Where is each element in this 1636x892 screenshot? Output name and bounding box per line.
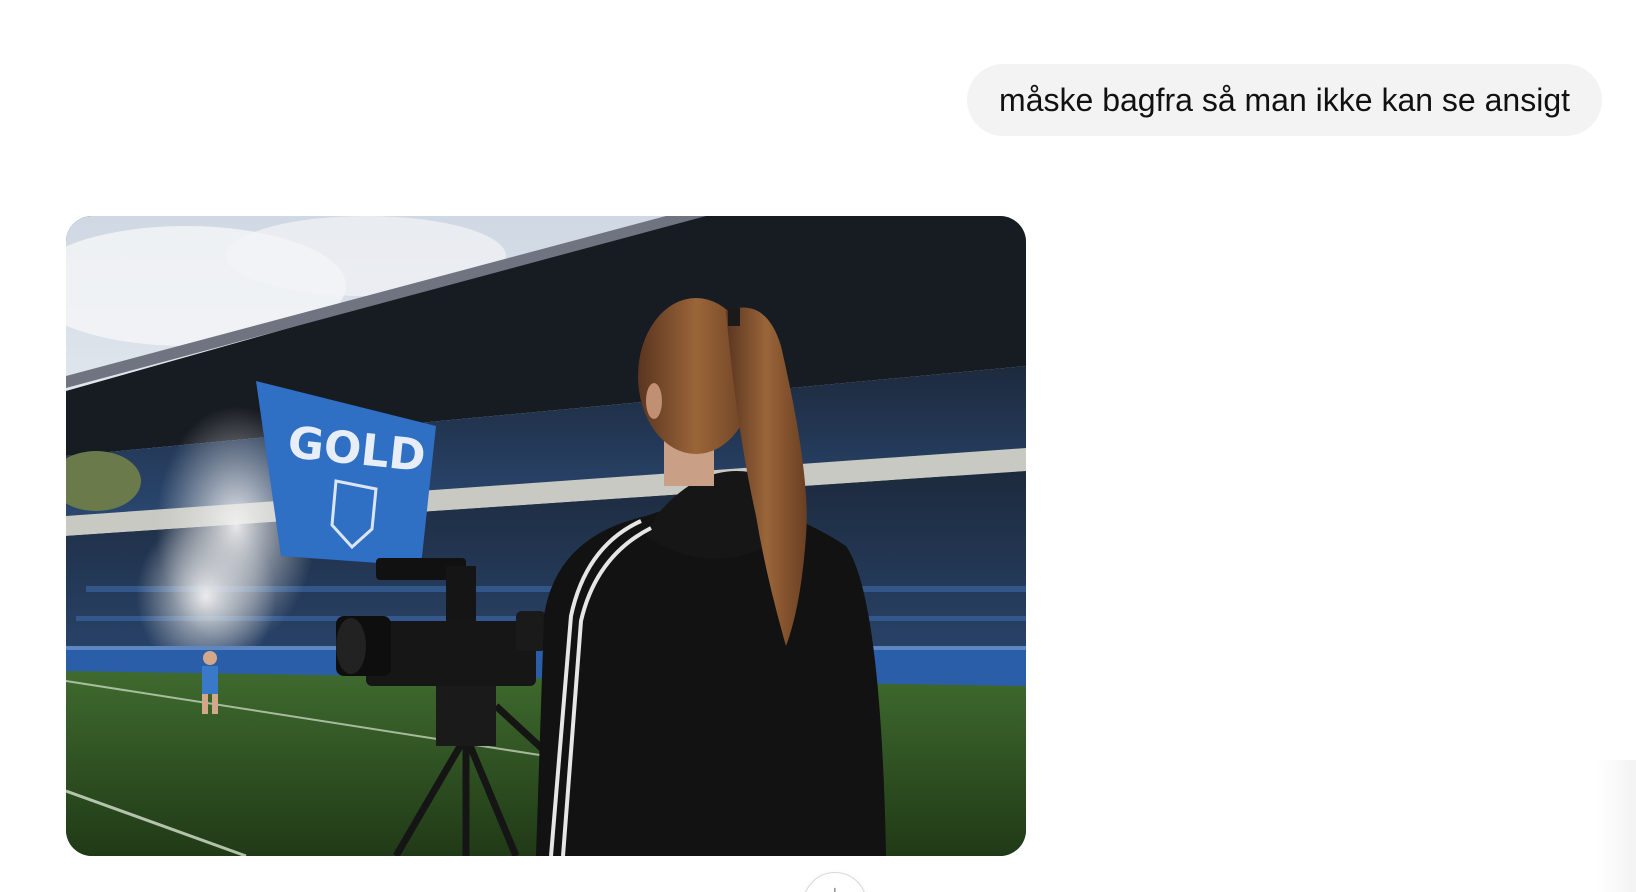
scroll-to-bottom-button[interactable]: ↓ — [803, 872, 867, 892]
arrow-down-icon: ↓ — [830, 882, 840, 892]
user-message-bubble: måske bagfra så man ikke kan se ansigt — [967, 64, 1602, 136]
edge-shadow — [1596, 760, 1636, 892]
generated-image-canvas: GOLD — [66, 216, 1026, 856]
chat-thread: måske bagfra så man ikke kan se ansigt G… — [0, 0, 1636, 892]
generated-image[interactable]: GOLD — [66, 216, 1026, 856]
